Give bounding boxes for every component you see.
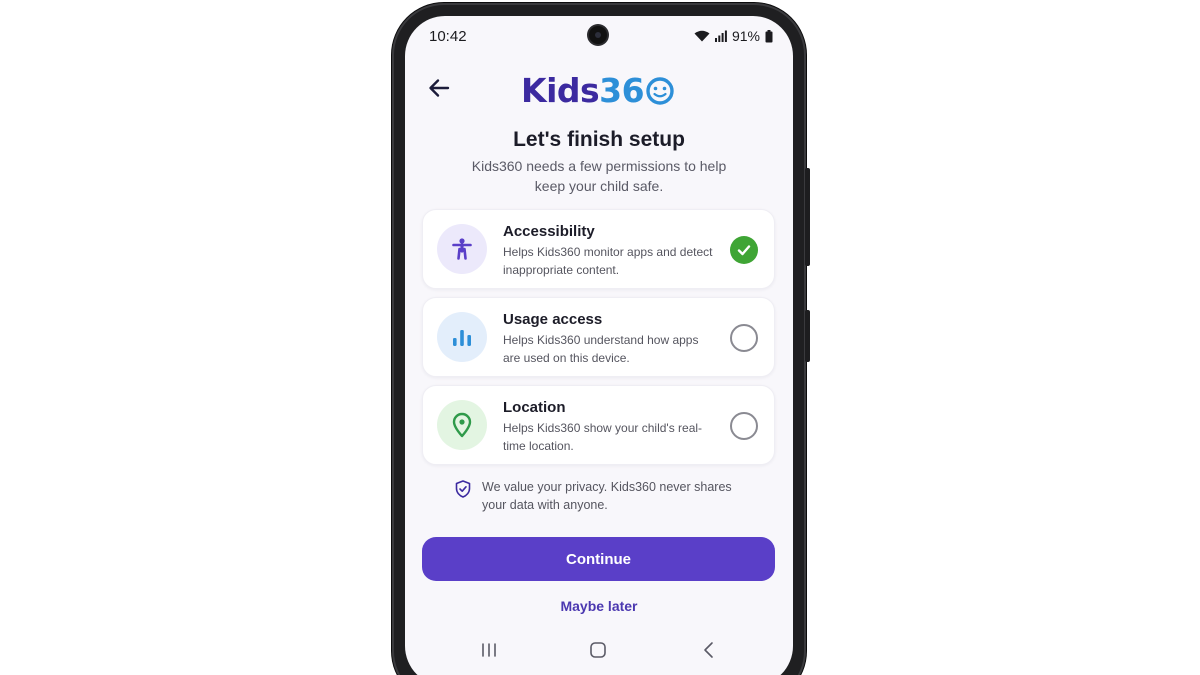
logo-smile-icon [646, 77, 674, 105]
permission-card-accessibility[interactable]: Accessibility Helps Kids360 monitor apps… [422, 209, 775, 289]
permission-description: Helps Kids360 show your child's real-tim… [503, 421, 703, 453]
permission-card-usage[interactable]: Usage access Helps Kids360 understand ho… [422, 297, 775, 377]
continue-button[interactable]: Continue [422, 537, 775, 581]
permission-description: Helps Kids360 monitor apps and detect in… [503, 245, 713, 277]
granted-check[interactable] [730, 236, 758, 264]
bar-chart-icon [453, 330, 471, 346]
permission-radio[interactable] [730, 324, 758, 352]
permission-description: Helps Kids360 understand how apps are us… [503, 333, 699, 365]
back-arrow-icon[interactable] [425, 74, 453, 102]
recents-icon[interactable] [477, 638, 501, 662]
nav-back-icon[interactable] [697, 638, 721, 662]
permission-title: Usage access [503, 311, 603, 328]
status-bar: 10:42 91% [405, 16, 793, 56]
permission-title: Location [503, 399, 566, 416]
system-nav-bar [405, 636, 793, 666]
battery-icon [765, 29, 773, 42]
home-icon[interactable] [586, 638, 610, 662]
kids360-logo: Kids36 [521, 70, 675, 110]
front-camera [589, 26, 607, 44]
accessibility-person-icon [452, 238, 472, 260]
volume-button [805, 168, 810, 266]
permission-title: Accessibility [503, 223, 595, 240]
page-subtitle: Kids360 needs a few permissions to help … [471, 158, 727, 194]
map-pin-icon [452, 412, 472, 438]
privacy-text: We value your privacy. Kids360 never sha… [482, 480, 732, 512]
location-badge [437, 400, 487, 450]
check-icon [737, 245, 751, 256]
signal-icon [714, 30, 727, 42]
power-button [805, 310, 810, 362]
status-time: 10:42 [429, 28, 467, 45]
system-icons: 91% [694, 28, 773, 44]
accessibility-badge [437, 224, 487, 274]
logo-text-kids: Kids [521, 70, 600, 110]
maybe-later-link[interactable]: Maybe later [405, 598, 793, 614]
permission-card-location[interactable]: Location Helps Kids360 show your child's… [422, 385, 775, 465]
battery-percent: 91% [731, 28, 760, 44]
logo-text-number: 36 [599, 70, 645, 110]
page-title: Let's finish setup [513, 128, 685, 151]
usage-badge [437, 312, 487, 362]
permission-radio[interactable] [730, 412, 758, 440]
phone-screen: 10:42 91% Kids36 Let's finish setup Kids… [405, 16, 793, 675]
shield-check-icon [455, 480, 471, 498]
wifi-icon [694, 30, 710, 42]
